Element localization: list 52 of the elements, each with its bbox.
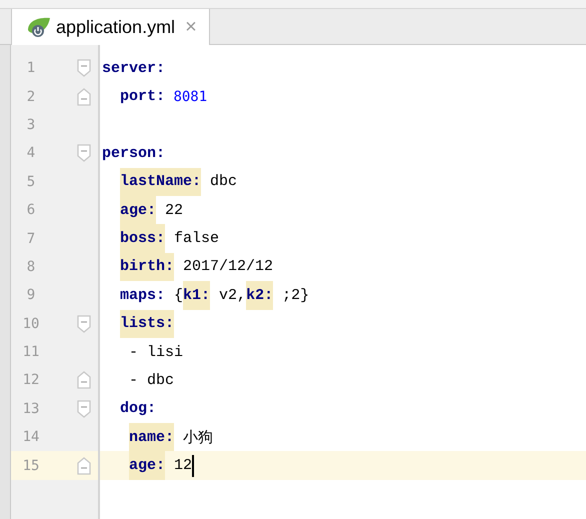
- yaml-value: false: [173, 229, 220, 250]
- yaml-key: person:: [102, 139, 166, 168]
- yaml-key: name:: [129, 423, 174, 452]
- fold-marker-icon[interactable]: [77, 371, 91, 390]
- yaml-value: dbc: [209, 172, 238, 192]
- yaml-key: boss:: [120, 224, 166, 253]
- yaml-value: 2017/12/12: [182, 257, 274, 278]
- fold-marker-icon[interactable]: [77, 88, 91, 106]
- line-number: 2: [26, 88, 36, 105]
- yaml-key: age:: [129, 451, 166, 480]
- line-number: 6: [26, 202, 36, 218]
- line-number: 11: [22, 344, 40, 360]
- line-number: 12: [22, 372, 40, 388]
- line-number: 5: [26, 174, 36, 190]
- fold-marker-icon[interactable]: [77, 456, 91, 475]
- line-number: 14: [22, 429, 40, 446]
- yaml-value: 8081: [172, 88, 206, 107]
- yaml-value: ;2}: [281, 286, 310, 306]
- yaml-value: - dbc: [129, 370, 174, 391]
- yaml-key: lastName:: [120, 168, 202, 196]
- line-number: 8: [26, 258, 36, 275]
- yaml-value: 12: [173, 456, 192, 476]
- line-number: 10: [22, 316, 40, 332]
- line-number: 7: [26, 230, 36, 247]
- fold-marker-icon[interactable]: [77, 400, 91, 418]
- tab-label: application.yml: [56, 16, 176, 38]
- line-number: 1: [26, 60, 36, 76]
- yaml-key: lists:: [120, 310, 174, 338]
- line-number: 3: [26, 116, 36, 133]
- fold-marker-icon[interactable]: [77, 144, 91, 162]
- line-number: 15: [22, 458, 40, 474]
- yaml-key: birth:: [120, 252, 174, 282]
- yaml-value: - lisi: [129, 342, 184, 363]
- yaml-key: age:: [120, 196, 156, 224]
- yaml-value: {: [173, 286, 184, 306]
- yaml-key: dog:: [120, 394, 156, 424]
- yaml-key: port:: [120, 82, 166, 111]
- line-number: 13: [22, 400, 40, 417]
- yaml-value: 22: [164, 200, 184, 221]
- yaml-key: server:: [102, 54, 166, 82]
- editor-tab[interactable]: application.yml ×: [11, 9, 210, 45]
- yaml-key: k2:: [246, 281, 274, 310]
- leaf-icon: [26, 16, 52, 38]
- yaml-value: 小狗: [182, 428, 214, 449]
- line-number: 9: [26, 287, 36, 304]
- text-cursor: [192, 454, 194, 477]
- yaml-key: maps:: [120, 281, 166, 310]
- yaml-value: v2,: [218, 286, 246, 306]
- yaml-key: k1:: [183, 281, 210, 310]
- fold-marker-icon[interactable]: [77, 314, 91, 333]
- fold-marker-icon[interactable]: [77, 59, 91, 78]
- line-number: 4: [26, 145, 36, 162]
